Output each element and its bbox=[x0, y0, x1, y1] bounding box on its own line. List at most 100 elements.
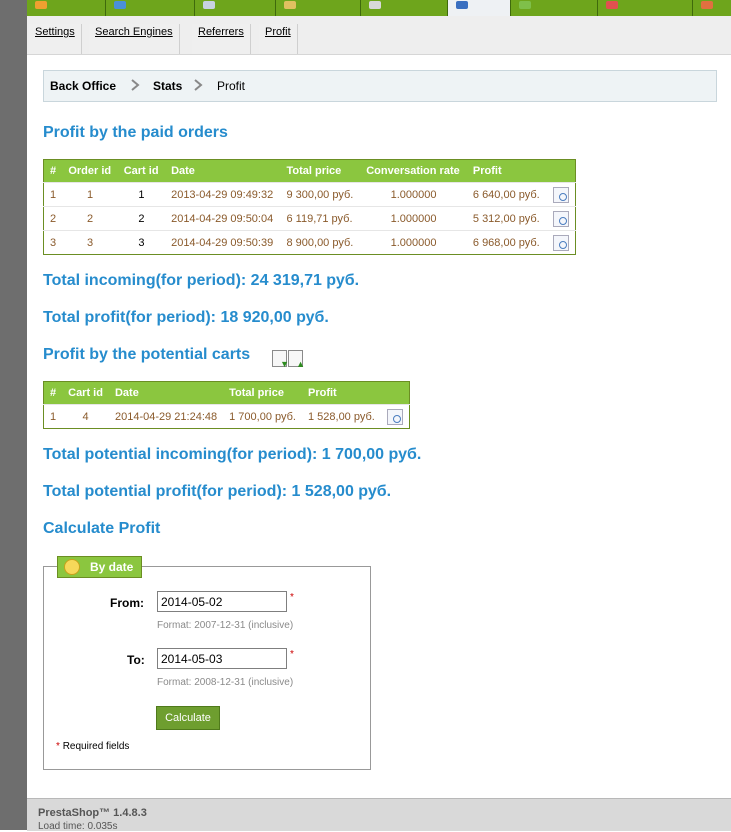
main-tab-bar bbox=[27, 0, 731, 16]
view-details-icon[interactable] bbox=[552, 210, 569, 227]
gear-icon bbox=[64, 559, 80, 575]
total-incoming: Total incoming(for period): 24 319,71 ру… bbox=[43, 272, 360, 289]
row-num: 2 bbox=[43, 206, 63, 231]
main-tab[interactable] bbox=[598, 0, 693, 16]
calculate-profit-title: Calculate Profit bbox=[43, 520, 161, 537]
row-total-price: 8 900,00 руб. bbox=[280, 230, 361, 255]
table-row[interactable]: 2 2 2 2014-04-29 09:50:04 6 119,71 руб. … bbox=[43, 206, 576, 231]
breadcrumb-back-office[interactable]: Back Office bbox=[50, 79, 116, 93]
export-icon[interactable]: ▼ bbox=[272, 350, 289, 369]
col-profit: Profit bbox=[466, 159, 547, 183]
row-order-id[interactable]: 3 bbox=[62, 230, 118, 255]
col-total-price: Total price bbox=[223, 381, 302, 405]
main-tab[interactable] bbox=[27, 0, 106, 16]
to-label: To: bbox=[127, 653, 145, 667]
row-cart-id: 3 bbox=[117, 230, 166, 255]
main-content: Back Office Stats Profit Profit by the p… bbox=[27, 55, 731, 798]
by-date-fieldset: By date From: * Format: 2007-12-31 (incl… bbox=[43, 556, 371, 770]
col-cart-id: Cart id bbox=[117, 159, 166, 183]
main-tab[interactable] bbox=[195, 0, 276, 16]
customers-icon bbox=[203, 1, 215, 9]
main-tab[interactable] bbox=[511, 0, 598, 16]
catalog-icon bbox=[35, 1, 47, 9]
col-date: Date bbox=[108, 381, 224, 405]
subnav-settings-label[interactable]: Settings bbox=[35, 26, 75, 38]
footer-version: PrestaShop™ 1.4.8.3 bbox=[38, 807, 147, 819]
breadcrumb-stats[interactable]: Stats bbox=[153, 79, 182, 93]
preferences-icon bbox=[701, 1, 713, 9]
subnav-profit-label[interactable]: Profit bbox=[265, 26, 291, 38]
potential-carts-title: Profit by the potential carts bbox=[43, 346, 251, 363]
main-tab[interactable] bbox=[106, 0, 195, 16]
required-fields-note: * Required fields bbox=[56, 741, 129, 752]
row-date: 2014-04-29 21:24:48 bbox=[108, 404, 224, 429]
main-tab-stats[interactable] bbox=[448, 0, 511, 16]
calculate-button[interactable]: Calculate bbox=[156, 706, 220, 730]
breadcrumb-profit: Profit bbox=[217, 79, 246, 93]
shipping-icon bbox=[369, 1, 381, 9]
orders-icon bbox=[114, 1, 126, 9]
col-order-id: Order id bbox=[62, 159, 118, 183]
view-details-icon[interactable] bbox=[552, 234, 569, 251]
table-header-row: # Order id Cart id Date Total price Conv… bbox=[43, 159, 576, 183]
col-date: Date bbox=[165, 159, 281, 183]
row-profit: 5 312,00 руб. bbox=[466, 206, 547, 231]
main-tab[interactable] bbox=[361, 0, 448, 16]
total-profit: Total profit(for period): 18 920,00 руб. bbox=[43, 309, 329, 326]
table-row[interactable]: 1 1 1 2013-04-29 09:49:32 9 300,00 руб. … bbox=[43, 182, 576, 207]
total-potential-incoming: Total potential incoming(for period): 1 … bbox=[43, 446, 422, 463]
row-profit: 6 640,00 руб. bbox=[466, 182, 547, 207]
row-date: 2014-04-29 09:50:04 bbox=[165, 206, 281, 231]
footer-load-time: Load time: 0.035s bbox=[38, 821, 118, 832]
subnav-referrers-label[interactable]: Referrers bbox=[198, 26, 244, 38]
row-profit: 6 968,00 руб. bbox=[466, 230, 547, 255]
from-format-hint: Format: 2007-12-31 (inclusive) bbox=[157, 620, 294, 631]
to-date-input[interactable] bbox=[157, 648, 287, 669]
table-header-row: # Cart id Date Total price Profit bbox=[43, 381, 410, 405]
col-total-price: Total price bbox=[280, 159, 361, 183]
import-icon[interactable]: ▲ bbox=[288, 350, 305, 369]
row-order-id[interactable]: 2 bbox=[62, 206, 118, 231]
left-rail bbox=[0, 0, 27, 830]
col-num: # bbox=[43, 159, 63, 183]
promotions-icon bbox=[284, 1, 296, 9]
paid-orders-title: Profit by the paid orders bbox=[43, 124, 228, 141]
main-tab[interactable] bbox=[276, 0, 361, 16]
to-format-hint: Format: 2008-12-31 (inclusive) bbox=[157, 677, 294, 688]
modules-icon bbox=[519, 1, 531, 9]
legend-label: By date bbox=[90, 560, 134, 574]
subnav-search-engines-label[interactable]: Search Engines bbox=[95, 26, 173, 38]
main-tab[interactable] bbox=[693, 0, 731, 16]
required-marker: * bbox=[290, 649, 294, 660]
row-profit: 1 528,00 руб. bbox=[301, 404, 381, 429]
table-row[interactable]: 1 4 2014-04-29 21:24:48 1 700,00 руб. 1 … bbox=[43, 404, 410, 429]
view-details-icon[interactable] bbox=[552, 186, 569, 203]
required-marker: * bbox=[290, 592, 294, 603]
table-row[interactable]: 3 3 3 2014-04-29 09:50:39 8 900,00 руб. … bbox=[43, 230, 576, 255]
row-rate: 1.000000 bbox=[360, 230, 467, 255]
subnav-referrers[interactable]: Referrers bbox=[192, 24, 251, 54]
required-marker: * bbox=[56, 741, 60, 752]
row-total-price: 6 119,71 руб. bbox=[280, 206, 361, 231]
from-date-input[interactable] bbox=[157, 591, 287, 612]
chevron-right-icon bbox=[131, 79, 140, 91]
chevron-right-icon bbox=[194, 79, 203, 91]
row-rate: 1.000000 bbox=[360, 206, 467, 231]
col-num: # bbox=[43, 381, 63, 405]
row-num: 1 bbox=[43, 182, 63, 207]
by-date-legend: By date bbox=[57, 556, 142, 578]
col-cart-id: Cart id bbox=[62, 381, 109, 405]
row-num: 1 bbox=[43, 404, 63, 429]
row-total-price: 1 700,00 руб. bbox=[223, 404, 302, 429]
subnav-settings[interactable]: Settings bbox=[29, 24, 82, 54]
required-fields-label: Required fields bbox=[62, 741, 130, 752]
row-order-id[interactable]: 1 bbox=[62, 182, 118, 207]
breadcrumb: Back Office Stats Profit bbox=[43, 70, 717, 102]
subnav-profit[interactable]: Profit bbox=[259, 24, 298, 54]
stats-subnav: Settings Search Engines Referrers Profit bbox=[27, 16, 731, 55]
subnav-search-engines[interactable]: Search Engines bbox=[89, 24, 180, 54]
view-details-icon[interactable] bbox=[386, 408, 403, 425]
row-cart-id[interactable]: 4 bbox=[62, 404, 109, 429]
row-cart-id: 2 bbox=[117, 206, 166, 231]
paid-orders-table: # Order id Cart id Date Total price Conv… bbox=[43, 159, 576, 255]
